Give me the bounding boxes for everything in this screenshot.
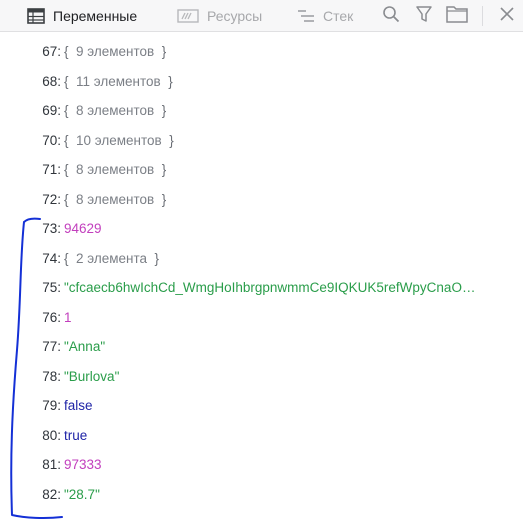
close-brace: } [160, 73, 173, 89]
variable-row[interactable]: 73: 94629 [0, 214, 523, 244]
object-summary: { 2 элемента } [64, 251, 159, 266]
toolbar-separator [482, 6, 483, 26]
close-brace: } [161, 132, 174, 148]
tab-variables[interactable]: Переменные [27, 0, 137, 31]
variable-row[interactable]: 72:{ 8 элементов } [0, 185, 523, 215]
variable-index: 81: [42, 457, 61, 473]
search-button[interactable] [381, 5, 401, 28]
variable-index: 69: [42, 103, 61, 119]
variable-row[interactable]: 67:{ 9 элементов } [0, 37, 523, 67]
bool-value: false [64, 398, 93, 414]
variable-row[interactable]: 75: "cfcaecb6hwIchCd_WmgHoIhbrgpnwmmCe9IQ… [0, 273, 523, 303]
close-brace: } [154, 44, 167, 60]
number-value: 1 [64, 309, 72, 325]
table-icon [27, 7, 45, 24]
variable-row[interactable]: 76: 1 [0, 303, 523, 333]
variable-row[interactable]: 79: false [0, 391, 523, 421]
devtools-toolbar: Переменные Ресурсы Стек [0, 0, 523, 32]
search-icon [382, 5, 400, 28]
close-brace: } [147, 250, 160, 266]
open-brace: { [64, 162, 77, 178]
storage-icon [177, 8, 199, 23]
object-summary: { 8 элементов } [64, 162, 166, 177]
close-brace: } [154, 103, 167, 119]
stack-icon [297, 9, 315, 23]
variable-row[interactable]: 81: 97333 [0, 450, 523, 480]
variable-index: 75: [42, 280, 61, 296]
string-value: "Burlova" [64, 368, 120, 384]
variable-row[interactable]: 69:{ 8 элементов } [0, 96, 523, 126]
tab-variables-label: Переменные [53, 7, 138, 24]
open-brace: { [64, 191, 77, 207]
number-value: 94629 [64, 221, 102, 237]
tab-resources[interactable]: Ресурсы [177, 0, 262, 31]
variable-row[interactable]: 78: "Burlova" [0, 362, 523, 392]
object-summary: { 8 элементов } [64, 103, 166, 118]
string-value: "Anna" [64, 339, 106, 355]
open-brace: { [64, 103, 77, 119]
string-value: "28.7" [64, 486, 100, 502]
variable-index: 78: [42, 368, 61, 384]
object-summary: { 8 элементов } [64, 192, 166, 207]
tab-stack[interactable]: Стек [297, 0, 353, 31]
object-summary: { 10 элементов } [64, 133, 174, 148]
variable-index: 76: [42, 309, 61, 325]
variable-row[interactable]: 68:{ 11 элементов } [0, 67, 523, 97]
object-count: 9 элементов [76, 44, 155, 60]
variable-index: 79: [42, 398, 61, 414]
bool-value: true [64, 427, 88, 443]
close-brace: } [154, 162, 167, 178]
filter-icon [416, 5, 432, 28]
object-summary: { 11 элементов } [64, 74, 173, 89]
variable-row[interactable]: 70:{ 10 элементов } [0, 126, 523, 156]
variable-index: 68: [42, 73, 61, 89]
variable-index: 71: [42, 162, 61, 178]
open-brace: { [64, 44, 77, 60]
open-brace: { [64, 250, 77, 266]
open-brace: { [64, 73, 77, 89]
string-value: "cfcaecb6hwIchCd_WmgHoIhbrgpnwmmCe9IQKUK… [64, 280, 476, 296]
object-count: 10 элементов [76, 132, 162, 148]
variable-index: 74: [42, 250, 61, 266]
object-count: 11 элементов [76, 73, 161, 89]
tab-stack-label: Стек [323, 7, 354, 24]
object-count: 8 элементов [76, 162, 155, 178]
variable-row[interactable]: 71:{ 8 элементов } [0, 155, 523, 185]
object-count: 2 элемента [76, 250, 148, 266]
folder-icon [446, 5, 468, 28]
variable-index: 77: [42, 339, 61, 355]
object-count: 8 элементов [76, 103, 155, 119]
open-brace: { [64, 132, 77, 148]
variable-index: 70: [42, 132, 61, 148]
close-brace: } [154, 191, 167, 207]
close-button[interactable] [497, 6, 517, 26]
variable-index: 73: [42, 221, 61, 237]
object-count: 8 элементов [76, 191, 155, 207]
number-value: 97333 [64, 457, 102, 473]
filter-button[interactable] [414, 5, 434, 28]
folder-button[interactable] [446, 5, 468, 28]
variable-row[interactable]: 80: true [0, 421, 523, 451]
variable-row[interactable]: 74:{ 2 элемента } [0, 244, 523, 274]
variable-index: 67: [42, 44, 61, 60]
variable-row[interactable]: 82: "28.7" [0, 480, 523, 510]
variable-index: 72: [42, 191, 61, 207]
object-summary: { 9 элементов } [64, 44, 166, 59]
tab-resources-label: Ресурсы [207, 7, 263, 24]
variable-index: 80: [42, 427, 61, 443]
variable-row[interactable]: 77: "Anna" [0, 332, 523, 362]
variable-index: 82: [42, 486, 61, 502]
close-icon [500, 6, 514, 26]
